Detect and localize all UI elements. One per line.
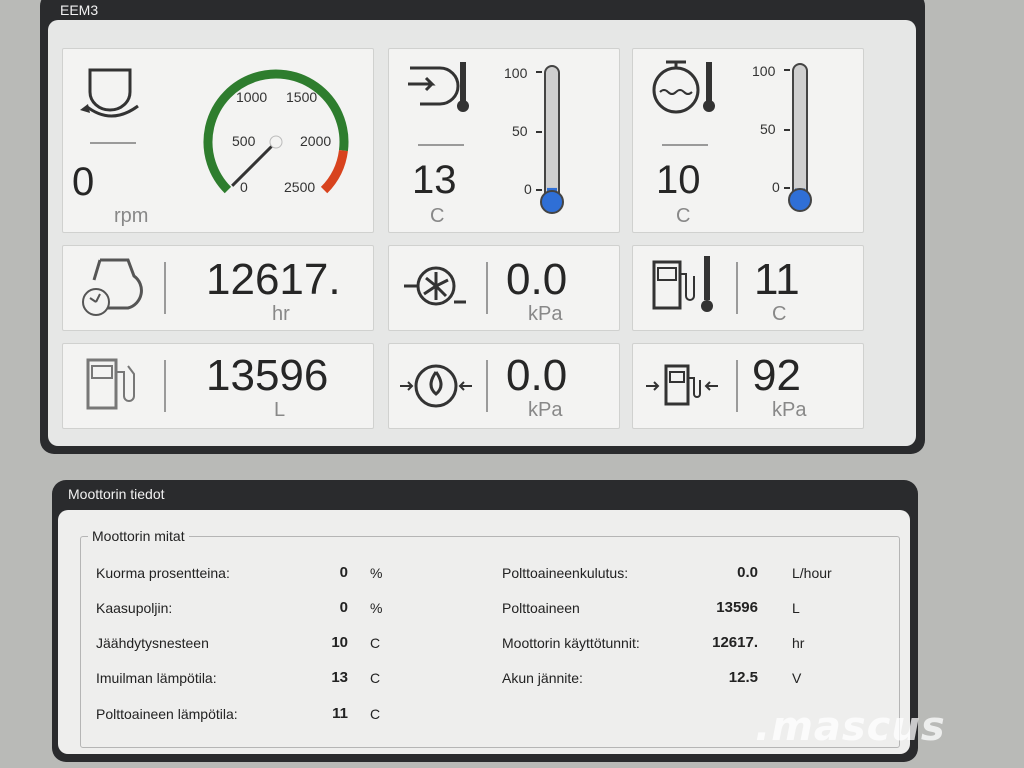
svg-text:100: 100 — [752, 63, 776, 79]
detail-value: 12617. — [712, 634, 758, 651]
engine-speed-icon — [80, 68, 139, 118]
detail-unit: L/hour — [792, 565, 832, 581]
fuel-temp-unit: C — [772, 303, 787, 325]
detail-value: 13 — [331, 669, 348, 686]
fuel-used-separator — [164, 360, 166, 412]
rpm-unit: rpm — [114, 205, 149, 227]
detail-unit: % — [370, 565, 383, 581]
detail-label: Moottorin käyttötunnit: — [502, 635, 640, 651]
mascus-watermark: .mascus — [755, 704, 946, 750]
detail-label: Kuorma prosentteina: — [96, 565, 230, 581]
detail-unit: % — [370, 600, 383, 616]
intake-temp-unit: C — [430, 205, 445, 227]
detail-value: 12.5 — [728, 669, 758, 686]
detail-label: Polttoaineen — [502, 600, 580, 616]
intake-air-temp-icon — [408, 62, 469, 112]
detail-value: 0.0 — [737, 564, 758, 581]
detail-value: 11 — [332, 705, 348, 722]
group-title: Moottorin mitat — [88, 528, 189, 544]
detail-label: Kaasupoljin: — [96, 600, 173, 616]
coolant-temp-unit: C — [676, 205, 691, 227]
rpm-value: 0 — [72, 160, 95, 204]
detail-label: Akun jännite: — [502, 670, 583, 686]
detail-value: 10 — [331, 634, 348, 651]
oil-separator — [486, 360, 488, 412]
fuel-temp-icon — [652, 256, 713, 312]
detail-value: 0 — [339, 564, 348, 581]
coolant-separator — [662, 144, 708, 146]
detail-unit: L — [792, 600, 800, 616]
coolant-temp-icon — [652, 60, 715, 114]
intake-temp-value: 13 — [412, 158, 457, 202]
engine-hours-value: 12617. — [206, 255, 341, 304]
hours-separator — [164, 262, 166, 314]
detail-unit: hr — [792, 635, 805, 651]
oil-pressure-unit: kPa — [528, 399, 563, 421]
coolant-temp-value: 10 — [656, 158, 701, 202]
rpm-dial: 500 1000 1500 2000 2500 0 — [203, 69, 349, 195]
detail-value: 13596 — [716, 599, 758, 616]
tick-2500: 2500 — [284, 179, 315, 195]
boost-separator — [486, 262, 488, 314]
boost-pressure-value: 0.0 — [506, 255, 568, 304]
svg-text:50: 50 — [760, 121, 776, 137]
detail-unit: C — [370, 670, 381, 686]
svg-text:100: 100 — [504, 65, 528, 81]
coolant-thermometer: 100 50 0 — [752, 63, 812, 212]
tick-2000: 2000 — [300, 133, 331, 149]
detail-label: Polttoaineen lämpötila: — [96, 706, 238, 722]
fuel-pressure-value: 92 — [752, 351, 801, 400]
svg-text:50: 50 — [512, 123, 528, 139]
detail-value: 0 — [339, 599, 348, 616]
svg-text:0: 0 — [524, 181, 532, 197]
turbo-boost-icon — [404, 266, 466, 306]
engine-hours-icon — [82, 258, 143, 316]
oil-pressure-value: 0.0 — [506, 351, 568, 400]
window-title: EEM3 — [60, 2, 99, 18]
fuel-used-unit: L — [274, 399, 286, 421]
engine-hours-unit: hr — [272, 303, 290, 325]
intake-separator — [418, 144, 464, 146]
detail-unit: V — [792, 670, 802, 686]
fuel-temp-separator — [736, 262, 738, 314]
intake-thermometer: 100 50 0 — [504, 65, 564, 214]
fuel-temp-value: 11 — [754, 255, 800, 304]
fuel-pressure-unit: kPa — [772, 399, 807, 421]
fuel-pump-icon — [86, 358, 135, 410]
svg-text:0: 0 — [772, 179, 780, 195]
detail-label: Jäähdytysnesteen — [96, 635, 209, 651]
tick-1500: 1500 — [286, 89, 317, 105]
fuel-pressure-separator — [736, 360, 738, 412]
rpm-separator — [90, 142, 136, 144]
tick-1000: 1000 — [236, 89, 267, 105]
oil-pressure-icon — [400, 364, 472, 408]
detail-unit: C — [370, 635, 381, 651]
fuel-pressure-icon — [646, 364, 718, 406]
tick-500: 500 — [232, 133, 256, 149]
fuel-used-value: 13596 — [206, 351, 329, 400]
detail-label: Imuilman lämpötila: — [96, 670, 217, 686]
detail-unit: C — [370, 706, 381, 722]
tick-0: 0 — [240, 179, 248, 195]
detail-label: Polttoaineenkulutus: — [502, 565, 629, 581]
details-title: Moottorin tiedot — [68, 486, 165, 502]
boost-pressure-unit: kPa — [528, 303, 563, 325]
